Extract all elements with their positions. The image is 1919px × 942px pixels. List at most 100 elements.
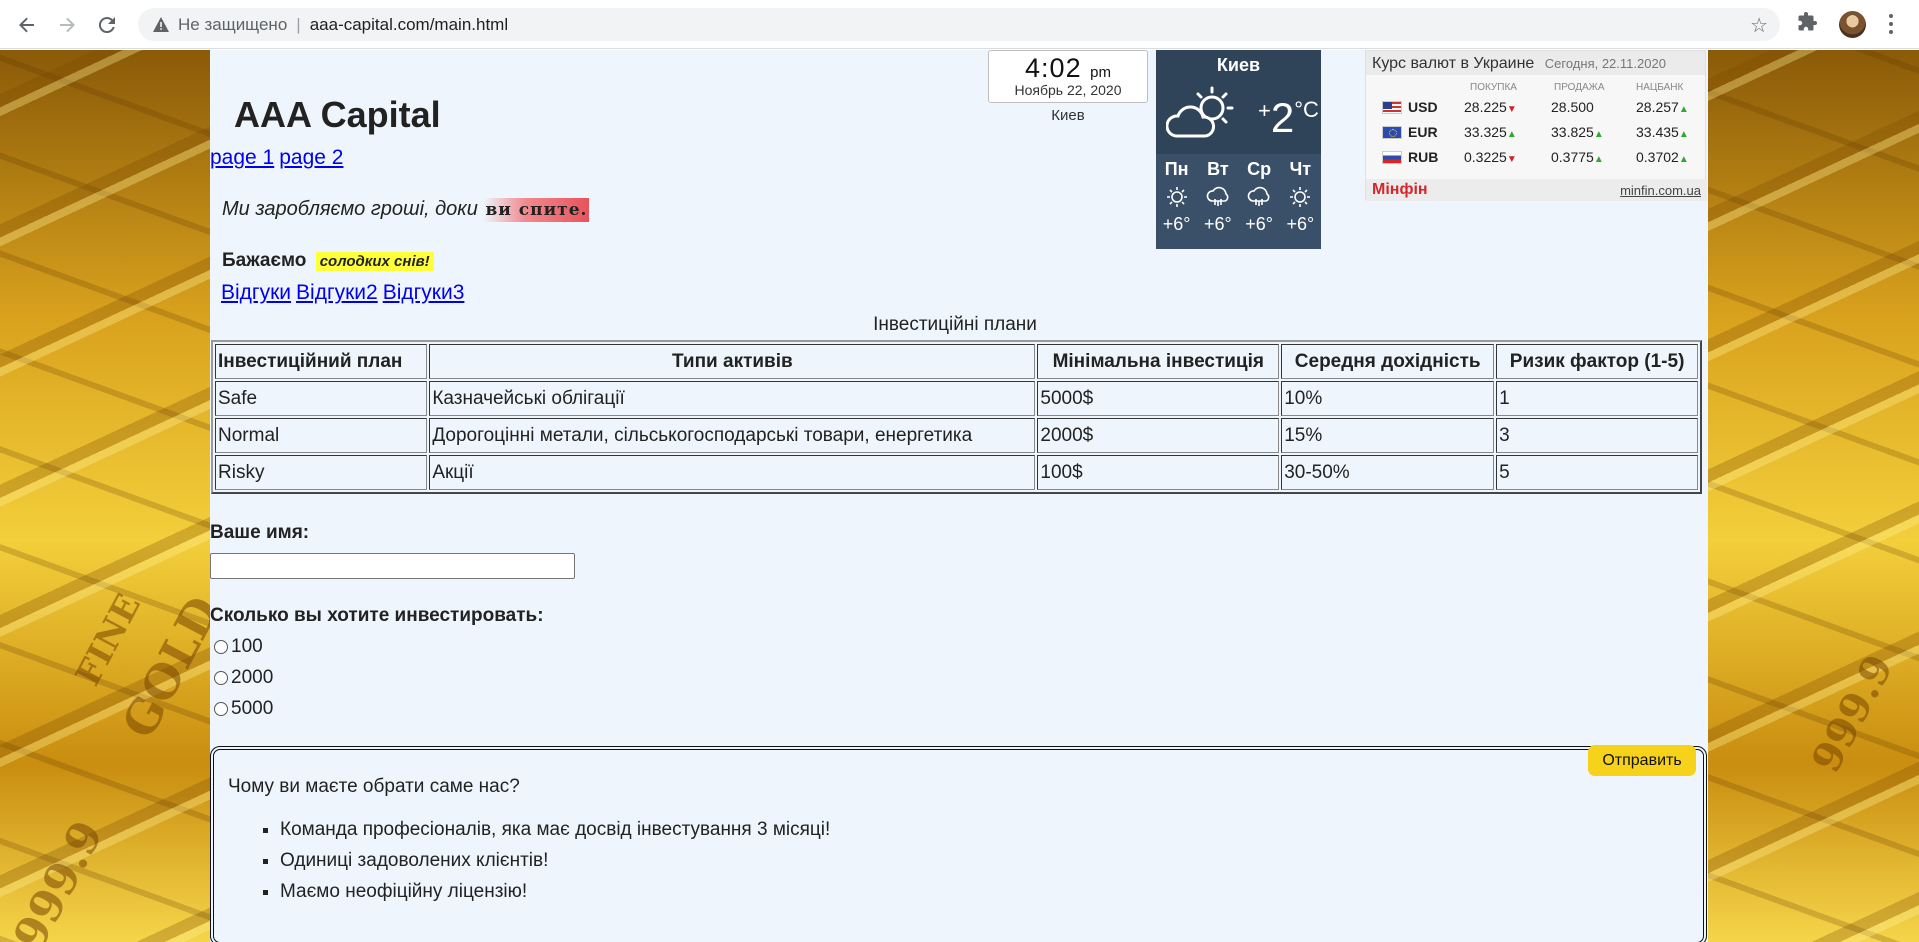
clock-date: Ноябрь 22, 2020 [1014,82,1122,98]
browser-menu-icon[interactable] [1884,9,1898,39]
currency-code: USD [1408,99,1438,115]
why-us-title: Чому ви маєте обрати саме нас? [228,776,520,797]
column-buy: ПОКУПКА [1470,82,1517,93]
amount-option-label: 5000 [231,698,274,719]
arrow-down-icon: ▼ [1506,154,1517,165]
table-cell: Normal [215,418,428,453]
page-2-link[interactable]: page 2 [279,146,343,169]
reviews-link-1[interactable]: Відгуки [221,281,291,304]
name-label: Ваше имя: [210,522,310,543]
currency-buy: 28.225▼ [1464,99,1517,115]
column-sell: ПРОДАЖА [1554,82,1605,93]
page-viewport: FINE GOLD 999.9 999.9 AAA Capital page 1… [0,50,1919,942]
weather-city: Киев [1216,55,1261,75]
currency-row-rub: RUB 0.3225▼ 0.3775▲ 0.3702▲ [1366,147,1707,169]
reload-icon[interactable] [92,10,122,40]
minfin-link[interactable]: minfin.com.ua [1620,183,1701,198]
weather-temp-unit: °C [1294,97,1319,122]
forecast-day: Чт +6° [1280,154,1321,249]
amount-option[interactable]: 100 [214,636,263,658]
forecast-day-temp: +6° [1162,214,1191,234]
warning-icon[interactable] [152,16,170,34]
back-arrow-icon[interactable] [12,10,42,40]
forecast-day-name: Чт [1289,159,1312,179]
forecast-day-temp: +6° [1286,214,1315,234]
forward-arrow-icon[interactable] [52,10,82,40]
amount-option-label: 100 [231,636,263,657]
table-cell: Акції [429,455,1036,490]
column-header: Мінімальна інвестиція [1037,344,1280,379]
radio-button[interactable] [214,702,228,716]
table-row: Normal Дорогоцінні метали, сільськогоспо… [215,418,1698,453]
arrow-up-icon: ▲ [1506,129,1517,140]
wish-label: Бажаємо [222,250,307,271]
name-input[interactable] [210,553,575,579]
wish-highlight: солодких снів! [315,252,434,271]
submit-button[interactable]: Отправить [1588,745,1696,776]
weather-temp-value: 2 [1270,94,1295,141]
column-nbu: НАЦБАНК [1636,82,1684,93]
reviews-link-3[interactable]: Відгуки3 [383,281,465,304]
currency-sell: 33.825▲ [1551,124,1604,140]
clock-widget[interactable]: 4:02 pm Ноябрь 22, 2020 [988,50,1148,103]
us-flag-icon [1382,101,1402,114]
table-cell: Казначейські облігації [429,381,1036,416]
radio-button[interactable] [214,671,228,685]
table-row: Risky Акції 100$ 30-50% 5 [215,455,1698,490]
currency-date: Сегодня, 22.11.2020 [1544,56,1666,71]
table-cell: 5 [1496,455,1698,490]
amount-option[interactable]: 5000 [214,698,273,720]
currency-sell: 0.3775▲ [1551,149,1604,165]
amount-option[interactable]: 2000 [214,667,273,689]
address-bar[interactable]: Не защищено | aaa-capital.com/main.html … [138,8,1780,41]
column-header: Ризик фактор (1-5) [1496,344,1698,379]
table-cell: Дорогоцінні метали, сільськогосподарські… [429,418,1036,453]
profile-avatar[interactable] [1839,11,1866,38]
arrow-down-icon: ▼ [1506,104,1517,115]
table-cell: 3 [1496,418,1698,453]
review-links: Відгуки Відгуки2 Відгуки3 [221,281,469,305]
cloud-sun-icon [1165,82,1246,149]
radio-button[interactable] [214,640,228,654]
currency-header: Курс валют в Украине Сегодня, 22.11.2020 [1366,51,1705,75]
forecast-day-name: Вт [1207,159,1229,179]
currency-nbu: 0.3702▲ [1636,149,1689,165]
page-1-link[interactable]: page 1 [210,146,274,169]
table-cell: Risky [215,455,428,490]
cloud-rain-icon [1197,180,1238,214]
slogan-highlight: ви спите. [483,198,590,222]
omnibox-separator: | [296,14,301,34]
why-us-list: Команда професіоналів, яка має досвід ін… [244,814,830,907]
sun-icon [1156,180,1197,214]
forecast-day-temp: +6° [1204,214,1232,234]
ingot-text-purity-left: 999.9 [4,812,114,942]
clock-time: 4:02 [1025,53,1082,83]
weather-temp-sign: + [1258,98,1271,123]
table-cell: 100$ [1037,455,1280,490]
extensions-puzzle-icon[interactable] [1797,11,1823,37]
weather-widget[interactable]: Киев +2°C Пн +6° Вт +6° Ср +6° Чт +6° [1156,50,1321,249]
table-cell: 5000$ [1037,381,1280,416]
currency-sell: 28.500 [1551,99,1594,115]
amount-label: Сколько вы хотите инвестировать: [210,605,544,626]
currency-widget[interactable]: Курс валют в Украине Сегодня, 22.11.2020… [1365,50,1707,201]
security-label: Не защищено [178,14,288,34]
weather-current: +2°C [1165,82,1319,144]
reviews-link-2[interactable]: Відгуки2 [296,281,378,304]
clock-time-row: 4:02 pm [989,53,1147,84]
currency-footer: Мінфін minfin.com.ua [1366,179,1707,201]
minfin-logo[interactable]: Мінфін [1372,181,1428,199]
table-cell: 2000$ [1037,418,1280,453]
amount-option-label: 2000 [231,667,274,688]
ru-flag-icon [1382,151,1402,164]
currency-buy: 0.3225▼ [1464,149,1517,165]
url-text[interactable]: aaa-capital.com/main.html [310,15,508,35]
currency-row-eur: EUR 33.325▲ 33.825▲ 33.435▲ [1366,122,1707,144]
forecast-day-name: Пн [1164,159,1189,179]
arrow-up-icon: ▲ [1593,129,1604,140]
column-header: Середня дохідність [1281,344,1495,379]
table-cell: 15% [1281,418,1495,453]
sun-icon [1280,180,1321,214]
bookmark-star-icon[interactable]: ☆ [1750,13,1768,38]
why-us-box: Чому ви маєте обрати саме нас? Команда п… [210,746,1707,942]
